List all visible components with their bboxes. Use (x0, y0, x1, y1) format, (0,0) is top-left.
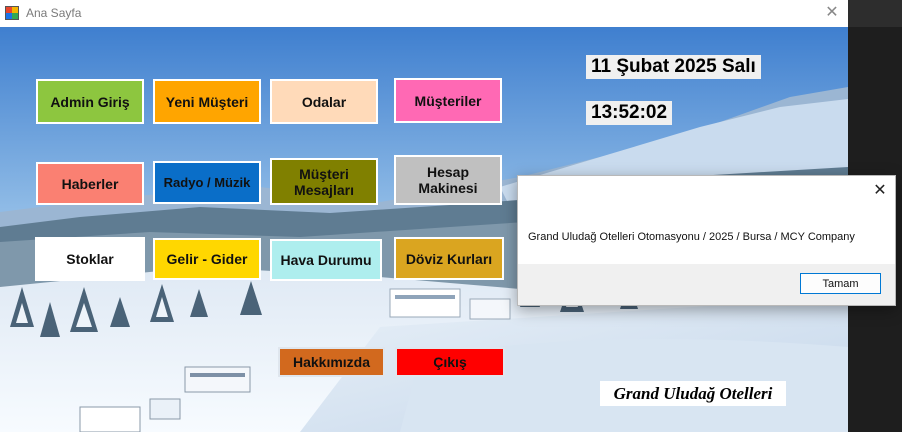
about-label: Hakkımızda (292, 354, 371, 370)
customer-messages-label-line2: Mesajları (294, 181, 354, 198)
rooms-label: Odalar (301, 93, 347, 110)
income-expense-button[interactable]: Gelir - Gider (153, 238, 261, 280)
currency-rates-label: Döviz Kurları (405, 250, 493, 267)
stocks-label: Stoklar (66, 251, 114, 267)
dialog-close-button[interactable]: ✕ (869, 180, 891, 202)
about-button[interactable]: Hakkımızda (278, 347, 385, 377)
calculator-button[interactable]: Hesap Makinesi (394, 155, 502, 205)
income-expense-label: Gelir - Gider (166, 251, 248, 267)
time-label: 13:52:02 (586, 101, 673, 125)
dialog-message: Grand Uludağ Otelleri Otomasyonu / 2025 … (528, 231, 855, 243)
exit-label: Çıkış (433, 354, 467, 370)
stocks-button[interactable]: Stoklar (35, 237, 145, 281)
customers-button[interactable]: Müşteriler (394, 78, 502, 123)
admin-login-label: Admin Giriş (50, 93, 130, 110)
news-label: Haberler (61, 175, 119, 192)
window-close-button[interactable]: ✕ (816, 0, 848, 27)
calculator-label-line1: Hesap (426, 164, 470, 180)
currency-rates-button[interactable]: Döviz Kurları (394, 237, 504, 280)
window-title: Ana Sayfa (26, 6, 82, 20)
rooms-button[interactable]: Odalar (270, 79, 378, 124)
radio-music-label: Radyo / Müzik (163, 174, 251, 190)
weather-button[interactable]: Hava Durumu (270, 239, 382, 281)
app-icon (5, 6, 19, 20)
new-customer-button[interactable]: Yeni Müşteri (153, 79, 261, 124)
news-button[interactable]: Haberler (36, 162, 144, 205)
calculator-label-line2: Makinesi (418, 180, 478, 196)
dialog-footer: Tamam (518, 264, 895, 305)
ok-button[interactable]: Tamam (800, 273, 881, 294)
admin-login-button[interactable]: Admin Giriş (36, 79, 144, 124)
weather-label: Hava Durumu (280, 252, 372, 268)
title-bar: Ana Sayfa ✕ (0, 0, 848, 27)
brand-label: Grand Uludağ Otelleri (600, 381, 786, 406)
about-dialog: ✕ Grand Uludağ Otelleri Otomasyonu / 202… (517, 175, 896, 306)
exit-button[interactable]: Çıkış (395, 347, 505, 377)
new-customer-label: Yeni Müşteri (165, 93, 249, 110)
date-label: 11 Şubat 2025 Salı (586, 55, 761, 79)
radio-music-button[interactable]: Radyo / Müzik (153, 161, 261, 204)
customer-messages-label-line1: Müşteri (299, 165, 349, 182)
customers-label: Müşteriler (414, 92, 482, 109)
customer-messages-button[interactable]: Müşteri Mesajları (270, 158, 378, 205)
